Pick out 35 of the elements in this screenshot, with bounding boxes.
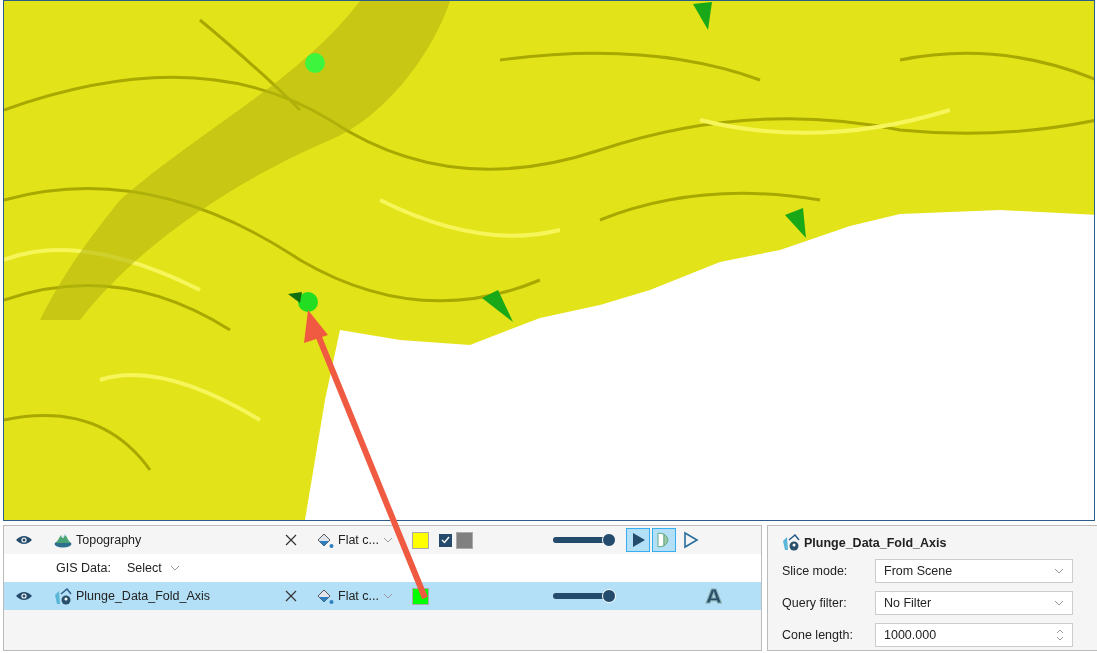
panel-title: Plunge_Data_Fold_Axis <box>804 535 947 550</box>
dropdown-field[interactable]: No Filter <box>875 591 1073 615</box>
eye-icon[interactable] <box>16 591 32 601</box>
play-icon[interactable] <box>626 528 650 552</box>
checkbox[interactable] <box>439 533 452 547</box>
field-label: GIS Data: <box>56 561 111 575</box>
eye-icon[interactable] <box>16 535 32 545</box>
points-layer-icon <box>782 534 800 551</box>
close-icon[interactable] <box>285 590 297 602</box>
field-label: Cone length: <box>782 628 854 642</box>
chevron-down-icon[interactable] <box>383 537 393 543</box>
close-icon[interactable] <box>285 534 297 546</box>
field-label: Query filter: <box>782 596 848 610</box>
layer-name: Plunge_Data_Fold_Axis <box>76 589 211 603</box>
layer-row[interactable]: Plunge_Data_Fold_Axis Flat c... A <box>4 582 761 610</box>
spinner-arrows-icon[interactable] <box>1056 628 1064 642</box>
field-label: Slice mode: <box>782 564 849 578</box>
terrain-layer-icon <box>54 532 72 548</box>
color-swatch[interactable] <box>412 531 429 549</box>
opacity-slider[interactable] <box>553 589 616 603</box>
chevron-down-icon[interactable] <box>1054 568 1064 574</box>
dropdown-field[interactable]: From Scene <box>875 559 1073 583</box>
chevron-down-icon[interactable] <box>1054 600 1064 606</box>
label-toggle[interactable]: A <box>706 584 722 608</box>
number-field[interactable]: 1000.000 <box>875 623 1073 647</box>
color-swatch[interactable] <box>456 531 473 549</box>
color-mode-dropdown[interactable]: Flat c... <box>338 533 379 547</box>
paint-bucket-icon[interactable] <box>316 531 334 549</box>
gis-data-dropdown[interactable]: Select <box>126 561 180 575</box>
chevron-down-icon[interactable] <box>169 565 180 571</box>
points-layer-icon <box>54 587 72 605</box>
opacity-slider[interactable] <box>553 533 616 547</box>
color-mode-dropdown[interactable]: Flat c... <box>338 589 379 603</box>
layer-name: Topography <box>76 533 142 547</box>
paint-bucket-icon[interactable] <box>316 587 334 605</box>
